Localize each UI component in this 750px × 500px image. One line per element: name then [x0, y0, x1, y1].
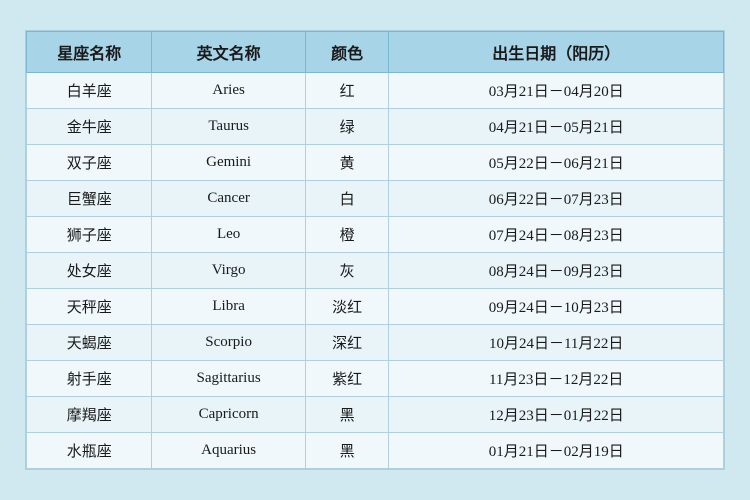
cell-english: Aquarius [152, 433, 305, 469]
cell-date: 11月23日－12月22日 [389, 361, 724, 397]
cell-color: 红 [305, 73, 389, 109]
cell-english: Libra [152, 289, 305, 325]
table-body: 白羊座Aries红03月21日－04月20日金牛座Taurus绿04月21日－0… [27, 73, 724, 469]
cell-color: 黄 [305, 145, 389, 181]
cell-color: 灰 [305, 253, 389, 289]
cell-chinese: 摩羯座 [27, 397, 152, 433]
cell-color: 紫红 [305, 361, 389, 397]
cell-english: Virgo [152, 253, 305, 289]
cell-chinese: 巨蟹座 [27, 181, 152, 217]
table-header-row: 星座名称 英文名称 颜色 出生日期（阳历） [27, 32, 724, 73]
table-row: 射手座Sagittarius紫红11月23日－12月22日 [27, 361, 724, 397]
cell-date: 05月22日－06月21日 [389, 145, 724, 181]
cell-color: 深红 [305, 325, 389, 361]
cell-english: Cancer [152, 181, 305, 217]
cell-color: 绿 [305, 109, 389, 145]
cell-date: 12月23日－01月22日 [389, 397, 724, 433]
table-row: 白羊座Aries红03月21日－04月20日 [27, 73, 724, 109]
cell-english: Leo [152, 217, 305, 253]
cell-date: 06月22日－07月23日 [389, 181, 724, 217]
cell-date: 07月24日－08月23日 [389, 217, 724, 253]
table-row: 巨蟹座Cancer白06月22日－07月23日 [27, 181, 724, 217]
cell-english: Taurus [152, 109, 305, 145]
header-english: 英文名称 [152, 32, 305, 73]
cell-date: 10月24日－11月22日 [389, 325, 724, 361]
cell-color: 黑 [305, 397, 389, 433]
cell-chinese: 天蝎座 [27, 325, 152, 361]
cell-chinese: 处女座 [27, 253, 152, 289]
cell-chinese: 金牛座 [27, 109, 152, 145]
table-row: 狮子座Leo橙07月24日－08月23日 [27, 217, 724, 253]
cell-date: 09月24日－10月23日 [389, 289, 724, 325]
cell-color: 淡红 [305, 289, 389, 325]
cell-chinese: 双子座 [27, 145, 152, 181]
cell-chinese: 天秤座 [27, 289, 152, 325]
cell-color: 黑 [305, 433, 389, 469]
cell-chinese: 水瓶座 [27, 433, 152, 469]
cell-color: 橙 [305, 217, 389, 253]
cell-chinese: 狮子座 [27, 217, 152, 253]
cell-english: Gemini [152, 145, 305, 181]
table-row: 金牛座Taurus绿04月21日－05月21日 [27, 109, 724, 145]
table-row: 双子座Gemini黄05月22日－06月21日 [27, 145, 724, 181]
cell-english: Capricorn [152, 397, 305, 433]
cell-english: Aries [152, 73, 305, 109]
header-color: 颜色 [305, 32, 389, 73]
zodiac-table-container: 星座名称 英文名称 颜色 出生日期（阳历） 白羊座Aries红03月21日－04… [25, 30, 725, 470]
table-row: 天秤座Libra淡红09月24日－10月23日 [27, 289, 724, 325]
cell-date: 03月21日－04月20日 [389, 73, 724, 109]
header-chinese: 星座名称 [27, 32, 152, 73]
cell-date: 01月21日－02月19日 [389, 433, 724, 469]
table-row: 处女座Virgo灰08月24日－09月23日 [27, 253, 724, 289]
cell-date: 08月24日－09月23日 [389, 253, 724, 289]
table-row: 摩羯座Capricorn黑12月23日－01月22日 [27, 397, 724, 433]
cell-chinese: 白羊座 [27, 73, 152, 109]
table-row: 天蝎座Scorpio深红10月24日－11月22日 [27, 325, 724, 361]
cell-color: 白 [305, 181, 389, 217]
zodiac-table: 星座名称 英文名称 颜色 出生日期（阳历） 白羊座Aries红03月21日－04… [26, 31, 724, 469]
header-date: 出生日期（阳历） [389, 32, 724, 73]
cell-english: Sagittarius [152, 361, 305, 397]
cell-english: Scorpio [152, 325, 305, 361]
cell-chinese: 射手座 [27, 361, 152, 397]
table-row: 水瓶座Aquarius黑01月21日－02月19日 [27, 433, 724, 469]
cell-date: 04月21日－05月21日 [389, 109, 724, 145]
